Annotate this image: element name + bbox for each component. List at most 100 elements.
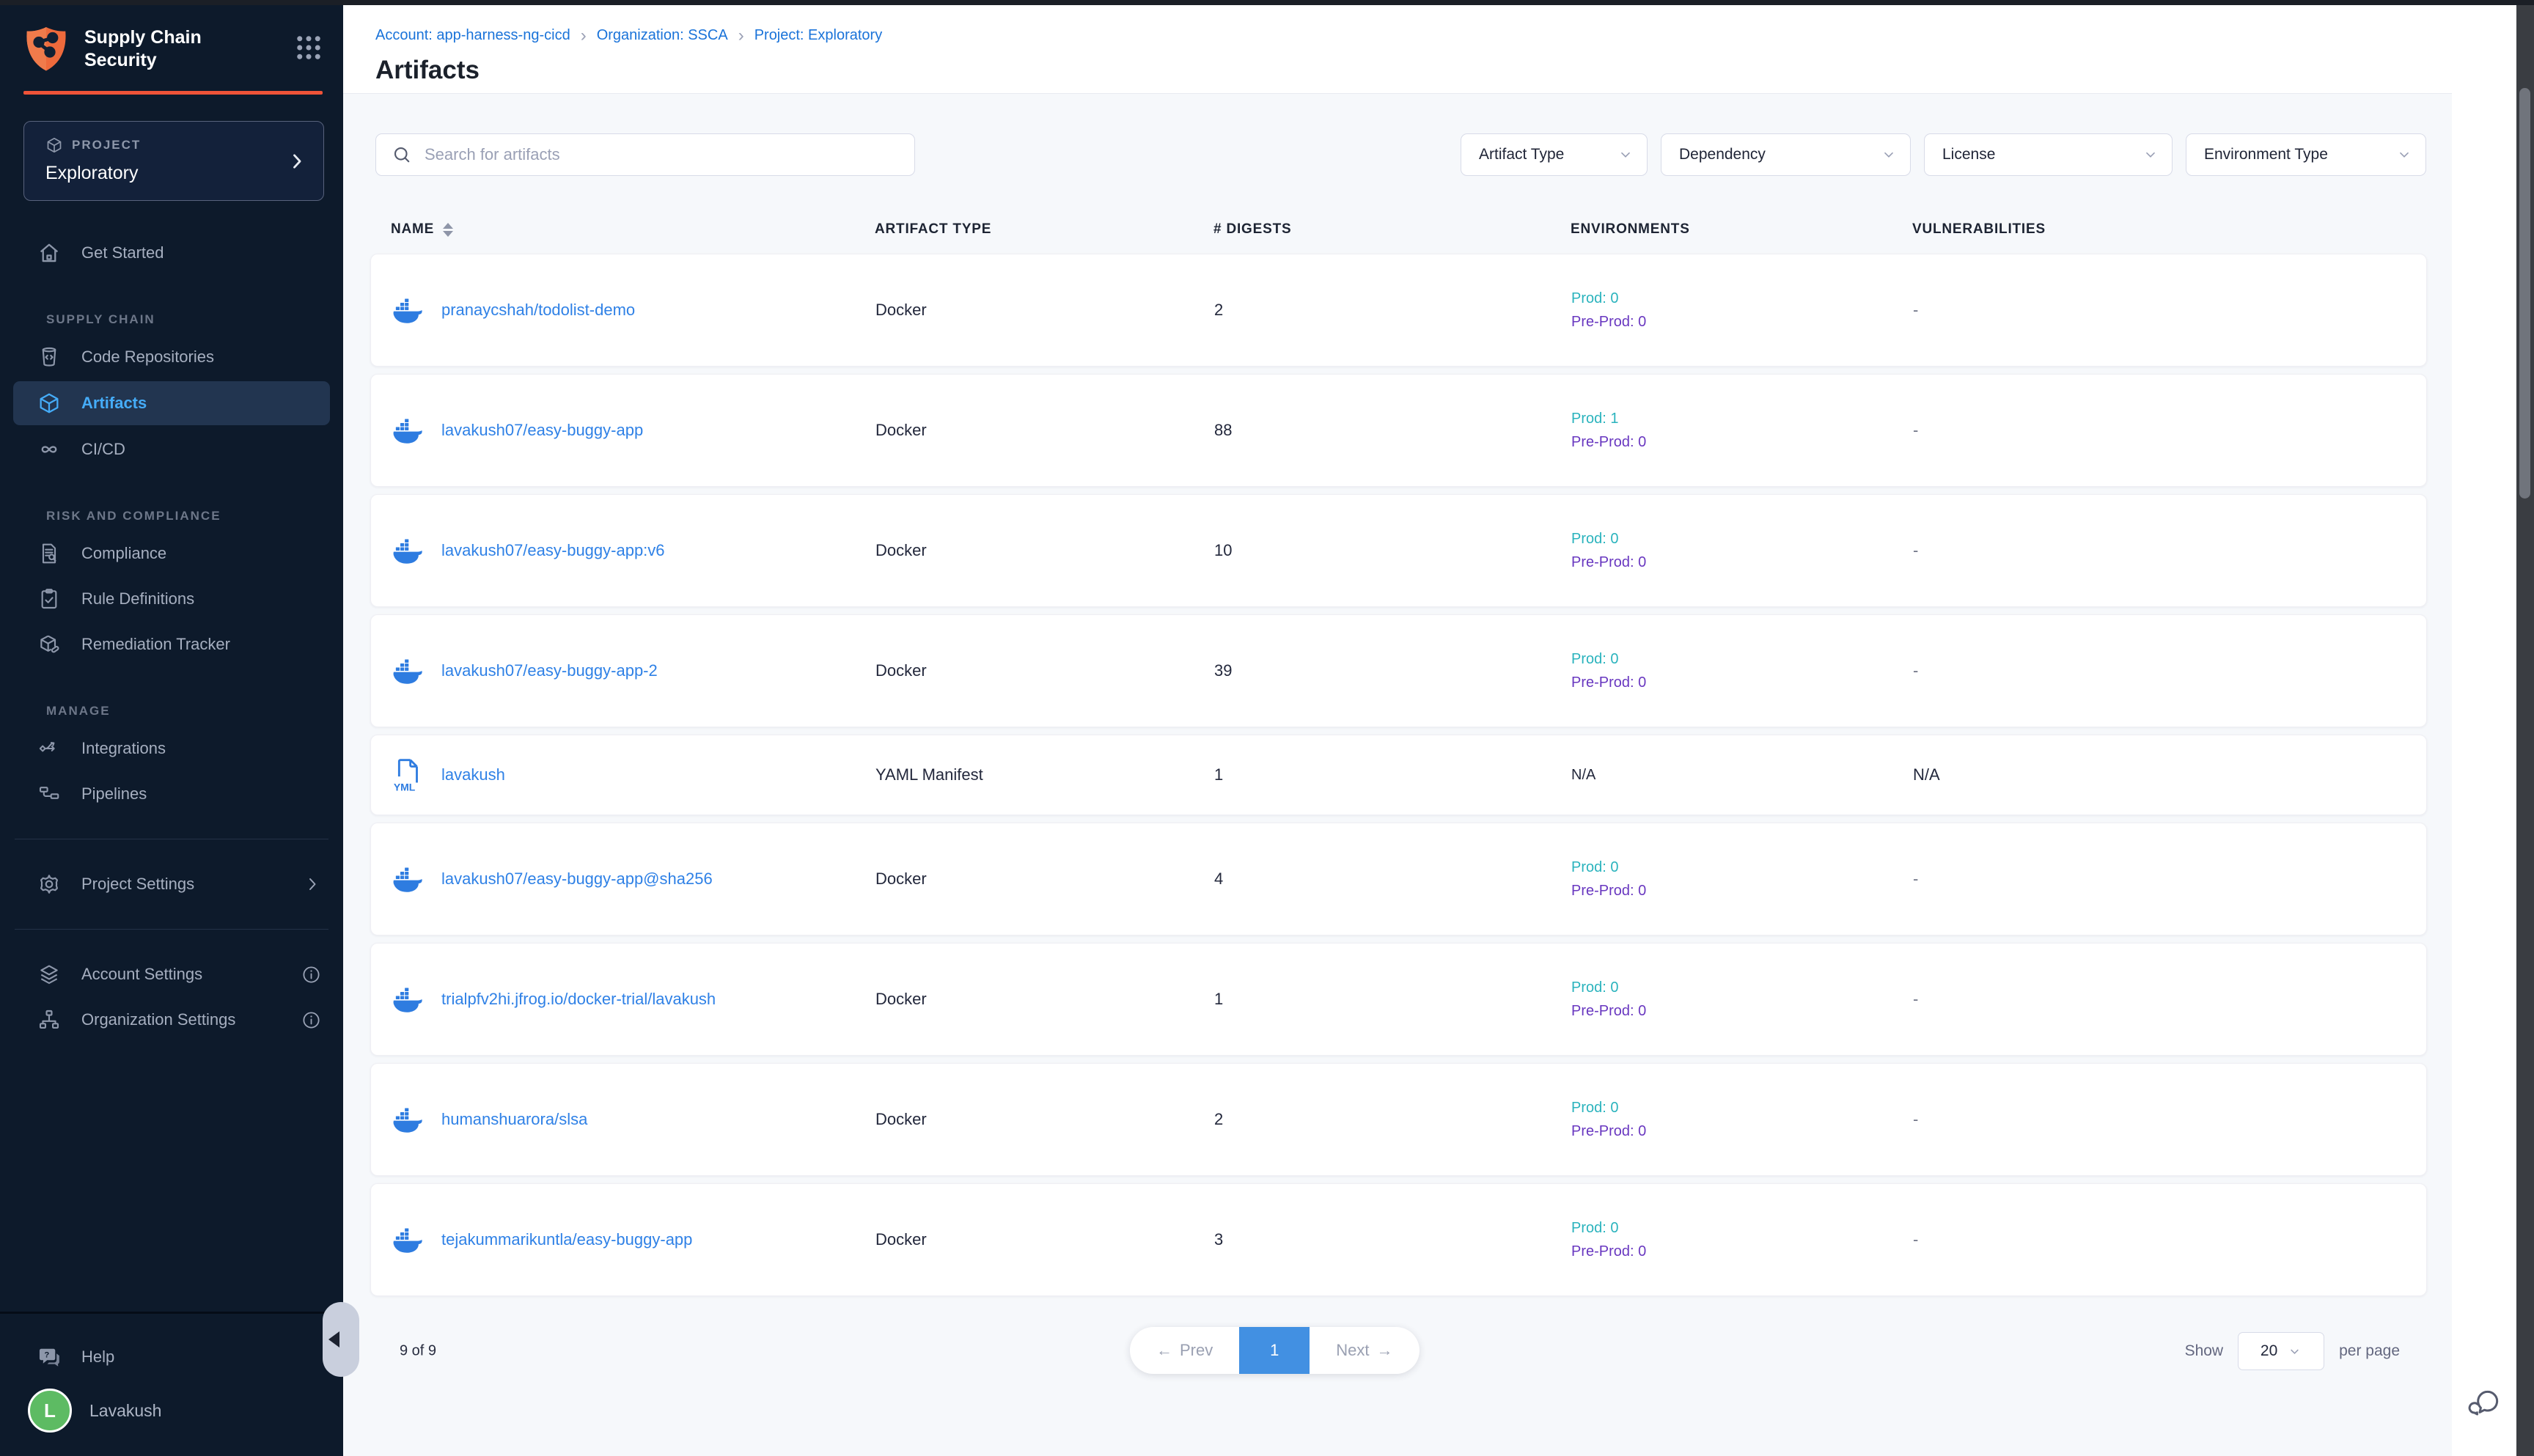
sidebar-item-integrations[interactable]: Integrations [0,726,343,771]
prod-count[interactable]: Prod: 0 [1571,1096,1913,1119]
cube-icon [45,136,63,154]
layers-gear-icon [37,963,62,986]
environments-cell: Prod: 0 Pre-Prod: 0 [1571,976,1913,1023]
filter-label: License [1942,146,1995,163]
breadcrumb-separator: › [581,29,587,43]
preprod-count[interactable]: Pre-Prod: 0 [1571,879,1913,902]
sidebar-collapse-handle[interactable] [323,1302,359,1377]
arrow-right-icon: → [1377,1341,1393,1360]
search-box [375,133,915,176]
sidebar-item-artifacts[interactable]: Artifacts [13,381,330,425]
artifact-link[interactable]: lavakush [441,765,505,784]
artifact-type-cell: Docker [875,661,1214,680]
svg-text:?: ? [44,1351,49,1360]
preprod-count[interactable]: Pre-Prod: 0 [1571,430,1913,454]
vulnerabilities-cell: N/A [1913,765,2426,784]
prod-count[interactable]: Prod: 0 [1571,527,1913,551]
info-icon[interactable] [301,965,321,985]
sidebar-item-cicd[interactable]: CI/CD [0,427,343,472]
column-header-name[interactable]: NAME [370,221,875,238]
sidebar-item-get-started[interactable]: Get Started [0,230,343,276]
window-top-edge [0,0,2534,5]
artifact-link[interactable]: lavakush07/easy-buggy-app-2 [441,661,658,680]
breadcrumb-account-link[interactable]: Account: app-harness-ng-cicd [375,27,570,44]
artifact-type-cell: Docker [875,301,1214,320]
vulnerabilities-cell: - [1913,1110,2426,1129]
artifact-link[interactable]: humanshuarora/slsa [441,1110,587,1129]
svg-text:YML: YML [394,781,416,792]
next-page-button[interactable]: Next → [1310,1327,1419,1374]
sidebar-item-organization-settings[interactable]: Organization Settings [0,997,343,1043]
digests-cell: 1 [1214,765,1571,784]
prod-count[interactable]: Prod: 0 [1571,856,1913,879]
sidebar-item-rule-definitions[interactable]: Rule Definitions [0,576,343,622]
sidebar-item-remediation-tracker[interactable]: Remediation Tracker [0,622,343,667]
sidebar-item-label: Compliance [81,544,166,563]
prod-count[interactable]: Prod: 1 [1571,407,1913,430]
preprod-count[interactable]: Pre-Prod: 0 [1571,999,1913,1023]
sidebar-item-project-settings[interactable]: Project Settings [0,861,343,907]
prod-count[interactable]: Prod: 0 [1571,976,1913,999]
sidebar-item-help[interactable]: ? Help [0,1334,343,1380]
project-name: Exploratory [45,163,279,184]
sidebar-footer: ? Help L Lavakush [0,1312,343,1456]
vulnerabilities-cell: - [1913,421,2426,440]
show-label: Show [2185,1342,2224,1360]
chevron-down-icon [2288,1345,2302,1358]
preprod-count[interactable]: Pre-Prod: 0 [1571,1119,1913,1143]
section-heading-manage: MANAGE [0,704,343,718]
filter-environment-type[interactable]: Environment Type [2186,133,2426,176]
remediation-tracker-icon [37,633,62,656]
preprod-count[interactable]: Pre-Prod: 0 [1571,1240,1913,1263]
sidebar-item-account-settings[interactable]: Account Settings [0,952,343,997]
sidebar-item-code-repositories[interactable]: Code Repositories [0,334,343,380]
filter-license[interactable]: License [1924,133,2173,176]
filter-artifact-type[interactable]: Artifact Type [1461,133,1648,176]
user-menu[interactable]: L Lavakush [0,1380,343,1441]
environments-cell: Prod: 0 Pre-Prod: 0 [1571,287,1913,334]
chat-support-icon[interactable] [2467,1386,2502,1421]
breadcrumb-project-link[interactable]: Project: Exploratory [754,27,883,44]
artifact-link[interactable]: tejakummarikuntla/easy-buggy-app [441,1230,692,1249]
breadcrumb-organization-link[interactable]: Organization: SSCA [597,27,728,44]
prev-page-button[interactable]: ← Prev [1130,1327,1239,1374]
environments-cell: Prod: 0 Pre-Prod: 0 [1571,856,1913,902]
sidebar-item-pipelines[interactable]: Pipelines [0,771,343,817]
sort-icon [443,223,453,237]
sidebar-item-label: Project Settings [81,875,194,894]
artifact-link[interactable]: lavakush07/easy-buggy-app:v6 [441,541,665,560]
search-input[interactable] [425,145,900,164]
info-icon[interactable] [301,1010,321,1030]
artifact-link[interactable]: lavakush07/easy-buggy-app [441,421,643,440]
user-name: Lavakush [89,1401,161,1421]
table-row: trialpfv2hi.jfrog.io/docker-trial/lavaku… [370,943,2427,1056]
environments-cell: N/A [1571,763,1913,787]
vulnerabilities-cell: - [1913,990,2426,1009]
sidebar-item-label: Artifacts [81,394,147,413]
sidebar: Supply Chain Security PROJECT Explorator… [0,0,343,1456]
page-header: Account: app-harness-ng-cicd › Organizat… [343,5,2452,94]
digests-cell: 10 [1214,541,1571,560]
project-selector[interactable]: PROJECT Exploratory [23,121,324,201]
preprod-count[interactable]: Pre-Prod: 0 [1571,671,1913,694]
prod-count[interactable]: Prod: 0 [1571,287,1913,310]
preprod-count[interactable]: Pre-Prod: 0 [1571,310,1913,334]
artifacts-table: pranaycshah/todolist-demo Docker 2 Prod:… [370,254,2427,1296]
environments-cell: Prod: 1 Pre-Prod: 0 [1571,407,1913,454]
filter-dependency[interactable]: Dependency [1661,133,1911,176]
scrollbar-thumb[interactable] [2519,88,2530,499]
page-number-button[interactable]: 1 [1239,1327,1310,1374]
prod-count[interactable]: Prod: 0 [1571,647,1913,671]
page-size-select[interactable]: 20 [2238,1332,2324,1370]
artifact-link[interactable]: lavakush07/easy-buggy-app@sha256 [441,869,713,889]
prod-count[interactable]: Prod: 0 [1571,1216,1913,1240]
preprod-count[interactable]: Pre-Prod: 0 [1571,551,1913,574]
sidebar-item-compliance[interactable]: Compliance [0,531,343,576]
table-row: humanshuarora/slsa Docker 2 Prod: 0 Pre-… [370,1063,2427,1176]
artifact-link[interactable]: trialpfv2hi.jfrog.io/docker-trial/lavaku… [441,990,716,1009]
artifact-link[interactable]: pranaycshah/todolist-demo [441,301,635,320]
code-repository-icon [37,345,62,369]
compliance-document-icon [37,542,62,565]
page-size-control: Show 20 per page [2185,1332,2400,1370]
app-grid-icon[interactable] [293,32,324,63]
